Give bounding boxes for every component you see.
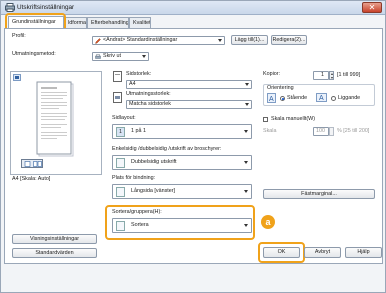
- landscape-radio[interactable]: [331, 96, 336, 101]
- layout-value: 1 på 1: [131, 128, 146, 134]
- display-settings-button[interactable]: Visningsinställningar: [12, 234, 97, 244]
- manual-scale-checkbox[interactable]: [263, 117, 268, 122]
- stepper-up-icon[interactable]: [330, 72, 333, 75]
- edit-profile-button[interactable]: Redigera(2)...: [271, 35, 307, 45]
- output-method-label: Utmatningsmetod:: [12, 51, 56, 57]
- ok-button[interactable]: OK: [263, 247, 300, 258]
- scale-range: % [25 till 200]: [337, 128, 370, 134]
- binding-value: Långsida [vänster]: [131, 188, 176, 194]
- view-toggle-group: [21, 159, 43, 168]
- restore-defaults-button[interactable]: Standardvärden: [12, 248, 97, 258]
- scale-stepper[interactable]: [329, 127, 334, 136]
- landscape-label: Liggande: [338, 95, 361, 101]
- duplex-value: Dubbelsidig utskrift: [131, 159, 177, 165]
- preview-mode-icon[interactable]: [13, 74, 21, 81]
- collate-label: Sortera/gruppera(H):: [112, 209, 162, 215]
- page-size-label: Sidstorlek:: [126, 71, 152, 77]
- duplex-icon: [116, 158, 125, 168]
- chevron-down-icon: [142, 55, 146, 58]
- page-size-value: A4: [129, 81, 136, 87]
- binding-select[interactable]: Långsida [vänster]: [112, 184, 252, 199]
- copies-value: 1: [321, 72, 324, 78]
- chevron-down-icon: [244, 130, 248, 133]
- print-settings-window: Utskriftsinställningar ✕ Grundinställnin…: [0, 0, 386, 293]
- window-title: Utskriftsinställningar: [17, 4, 75, 11]
- duplex-label: Enkelsidig /dubbelsidig /utskrift av bro…: [112, 146, 222, 152]
- tab-quality[interactable]: Kvalitet: [129, 17, 151, 28]
- portrait-icon: A: [267, 93, 276, 103]
- add-profile-button[interactable]: Lägg till(1)...: [231, 35, 268, 45]
- settings-panel: Profil: <Ändrat> Standardinställningar L…: [4, 28, 383, 264]
- collate-value: Sortera: [131, 222, 149, 228]
- profile-label: Profil:: [12, 33, 26, 39]
- scale-input[interactable]: 100: [313, 127, 329, 136]
- layout-select[interactable]: 1 1 på 1: [112, 124, 252, 139]
- collate-icon: [116, 221, 125, 231]
- preview-status: A4 [Skala: Auto]: [12, 176, 51, 182]
- chevron-down-icon: [245, 83, 249, 86]
- scale-value: 100: [316, 128, 325, 134]
- binding-icon: [116, 187, 125, 197]
- copies-range: [1 till 999]: [337, 72, 361, 78]
- binding-label: Plats för bindning:: [112, 175, 156, 181]
- printer-icon: [5, 3, 15, 12]
- chevron-down-icon: [244, 161, 248, 164]
- collate-select[interactable]: Sortera: [112, 218, 252, 233]
- copies-stepper[interactable]: [329, 71, 334, 80]
- page-size-select[interactable]: A4: [126, 80, 252, 89]
- copies-input[interactable]: 1: [313, 71, 329, 80]
- layout-label: Sidlayout:: [112, 115, 136, 121]
- close-button[interactable]: ✕: [362, 2, 382, 13]
- scale-label: Skala: [263, 128, 277, 134]
- tab-finishing[interactable]: Efterbehandling: [87, 17, 129, 28]
- cancel-button[interactable]: Avbryt: [304, 247, 341, 258]
- layout-1up-icon: 1: [116, 127, 125, 137]
- copies-label: Kopior:: [263, 71, 281, 77]
- chevron-down-icon: [244, 224, 248, 227]
- svg-text:A: A: [269, 96, 274, 103]
- chevron-down-icon: [245, 103, 249, 106]
- callout-a: a: [261, 215, 275, 229]
- output-method-select[interactable]: Skriv ut: [92, 52, 149, 61]
- page-size-icon: [113, 71, 122, 82]
- portrait-radio[interactable]: [280, 96, 285, 101]
- chevron-down-icon: [244, 190, 248, 193]
- orientation-label: Orientering: [267, 85, 294, 91]
- duplex-select[interactable]: Dubbelsidig utskrift: [112, 155, 252, 170]
- single-page-view-icon[interactable]: [23, 161, 32, 167]
- svg-text:A: A: [319, 95, 324, 102]
- page-preview: [10, 71, 102, 175]
- output-method-value: Skriv ut: [103, 53, 121, 59]
- help-button[interactable]: Hjälp: [345, 247, 382, 258]
- double-page-view-icon[interactable]: [33, 161, 42, 167]
- landscape-icon: A: [316, 93, 327, 102]
- output-size-label: Utmatningsstorlek:: [126, 91, 171, 97]
- portrait-label: Stående: [287, 95, 308, 101]
- stepper-down-icon[interactable]: [330, 76, 333, 79]
- document-preview-image: [36, 81, 74, 157]
- profile-select[interactable]: <Ändrat> Standardinställningar: [92, 36, 225, 45]
- profile-value: <Ändrat> Standardinställningar: [103, 37, 178, 43]
- binding-margin-button[interactable]: Fästmarginal...: [263, 189, 375, 199]
- chevron-down-icon: [218, 39, 222, 42]
- output-size-select[interactable]: Matcha sidstorlek: [126, 100, 252, 109]
- tab-page-format[interactable]: ldformat: [64, 17, 87, 28]
- output-size-value: Matcha sidstorlek: [129, 101, 171, 107]
- pencil-icon: [95, 38, 101, 44]
- manual-scale-label: Skala manuellt(W): [271, 116, 316, 122]
- output-size-icon: [113, 92, 122, 103]
- printer-small-icon: [95, 54, 101, 59]
